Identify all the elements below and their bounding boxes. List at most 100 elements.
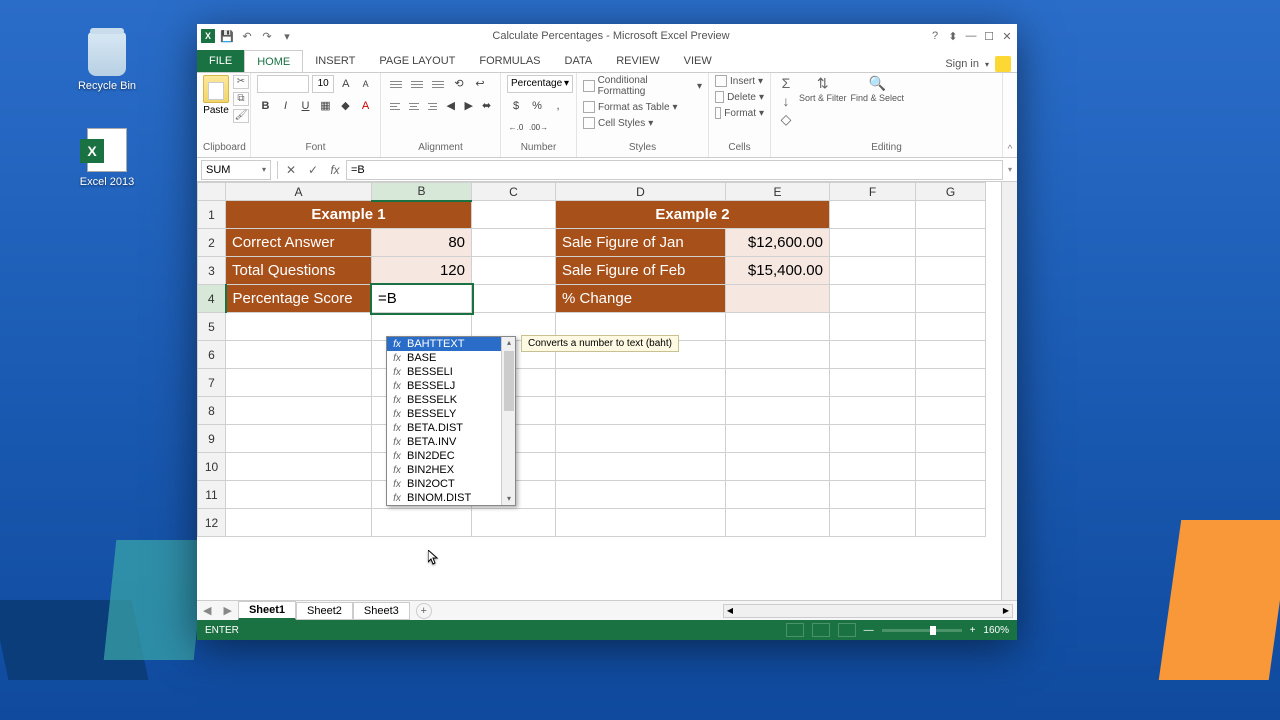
cell[interactable] bbox=[726, 341, 830, 369]
cell-G1[interactable] bbox=[916, 201, 986, 229]
cell-G3[interactable] bbox=[916, 257, 986, 285]
cell-C3[interactable] bbox=[472, 257, 556, 285]
comma-format-button[interactable]: , bbox=[549, 97, 567, 115]
select-all-corner[interactable] bbox=[198, 183, 226, 201]
row-header[interactable]: 9 bbox=[198, 425, 226, 453]
cell-D3[interactable]: Sale Figure of Feb bbox=[556, 257, 726, 285]
enter-formula-button[interactable]: ✓ bbox=[302, 160, 324, 180]
align-left-button[interactable] bbox=[387, 98, 403, 114]
cell[interactable] bbox=[472, 509, 556, 537]
cell-E4[interactable] bbox=[726, 285, 830, 313]
expand-formula-bar-button[interactable]: ▾ bbox=[1003, 165, 1017, 174]
cell[interactable] bbox=[916, 509, 986, 537]
cell[interactable] bbox=[556, 509, 726, 537]
clear-icon[interactable]: ◇ bbox=[777, 111, 795, 127]
cell[interactable] bbox=[556, 453, 726, 481]
cell[interactable] bbox=[830, 397, 916, 425]
qat-save-button[interactable]: 💾 bbox=[219, 28, 235, 44]
autocomplete-item[interactable]: fxBAHTTEXT bbox=[387, 337, 515, 351]
format-cells-button[interactable]: Format▾ bbox=[715, 107, 764, 119]
cell-F3[interactable] bbox=[830, 257, 916, 285]
close-button[interactable]: ✕ bbox=[999, 28, 1015, 44]
tab-review[interactable]: REVIEW bbox=[604, 50, 671, 72]
cell[interactable] bbox=[830, 509, 916, 537]
sheet-nav-prev[interactable]: ◀ bbox=[197, 604, 217, 617]
scroll-up-icon[interactable]: ▴ bbox=[502, 337, 516, 349]
cell-F1[interactable] bbox=[830, 201, 916, 229]
delete-cells-button[interactable]: Delete▾ bbox=[715, 91, 764, 103]
cell-F2[interactable] bbox=[830, 229, 916, 257]
scrollbar-thumb[interactable] bbox=[504, 351, 514, 411]
wrap-text-button[interactable]: ↩ bbox=[471, 75, 489, 93]
cell-C1[interactable] bbox=[472, 201, 556, 229]
zoom-slider[interactable] bbox=[882, 629, 962, 632]
col-header-G[interactable]: G bbox=[916, 183, 986, 201]
collapse-ribbon-button[interactable]: ^ bbox=[1003, 73, 1017, 157]
cell-C2[interactable] bbox=[472, 229, 556, 257]
cell[interactable] bbox=[726, 313, 830, 341]
tab-home[interactable]: HOME bbox=[244, 50, 303, 72]
view-normal-button[interactable] bbox=[786, 623, 804, 637]
zoom-out-button[interactable]: — bbox=[864, 625, 874, 636]
cell[interactable] bbox=[726, 369, 830, 397]
cell-G4[interactable] bbox=[916, 285, 986, 313]
cell-E2[interactable]: $12,600.00 bbox=[726, 229, 830, 257]
format-painter-button[interactable]: 🖌 bbox=[233, 109, 249, 123]
scroll-left-icon[interactable]: ◀ bbox=[724, 605, 736, 617]
decrease-indent-button[interactable]: ◀ bbox=[443, 97, 458, 115]
avatar-icon[interactable] bbox=[995, 56, 1011, 72]
cell-B2[interactable]: 80 bbox=[372, 229, 472, 257]
border-button[interactable]: ▦ bbox=[317, 97, 334, 115]
autocomplete-item[interactable]: fxBIN2HEX bbox=[387, 463, 515, 477]
sort-filter-button[interactable]: ⇅Sort & Filter bbox=[799, 75, 847, 142]
cell[interactable] bbox=[916, 397, 986, 425]
col-header-E[interactable]: E bbox=[726, 183, 830, 201]
row-header[interactable]: 7 bbox=[198, 369, 226, 397]
align-bottom-button[interactable] bbox=[429, 76, 447, 92]
row-header[interactable]: 6 bbox=[198, 341, 226, 369]
cell[interactable] bbox=[830, 313, 916, 341]
cell-F4[interactable] bbox=[830, 285, 916, 313]
accounting-format-button[interactable]: $ bbox=[507, 97, 525, 115]
format-as-table-button[interactable]: Format as Table▾ bbox=[583, 101, 702, 113]
fill-color-button[interactable]: ◆ bbox=[337, 97, 354, 115]
row-header[interactable]: 11 bbox=[198, 481, 226, 509]
percent-format-button[interactable]: % bbox=[528, 97, 546, 115]
paste-button[interactable]: Paste bbox=[203, 105, 229, 116]
cell[interactable] bbox=[916, 341, 986, 369]
tab-data[interactable]: DATA bbox=[553, 50, 605, 72]
cell[interactable] bbox=[830, 341, 916, 369]
cell[interactable] bbox=[726, 425, 830, 453]
row-header[interactable]: 3 bbox=[198, 257, 226, 285]
tab-insert[interactable]: INSERT bbox=[303, 50, 367, 72]
cell[interactable] bbox=[916, 369, 986, 397]
autocomplete-item[interactable]: fxBETA.INV bbox=[387, 435, 515, 449]
zoom-thumb[interactable] bbox=[930, 626, 936, 635]
tab-view[interactable]: VIEW bbox=[672, 50, 724, 72]
font-family-select[interactable] bbox=[257, 75, 309, 93]
signin-dropdown-icon[interactable]: ▾ bbox=[985, 60, 989, 69]
cell-A1[interactable]: Example 1 bbox=[226, 201, 472, 229]
autocomplete-scrollbar[interactable]: ▴ ▾ bbox=[501, 337, 515, 505]
zoom-in-button[interactable]: + bbox=[970, 625, 976, 636]
row-header[interactable]: 12 bbox=[198, 509, 226, 537]
cell-E3[interactable]: $15,400.00 bbox=[726, 257, 830, 285]
col-header-A[interactable]: A bbox=[226, 183, 372, 201]
font-size-select[interactable]: 10 bbox=[312, 75, 334, 93]
insert-cells-button[interactable]: Insert▾ bbox=[715, 75, 764, 87]
sheet-nav-next[interactable]: ▶ bbox=[217, 604, 237, 617]
add-sheet-button[interactable]: + bbox=[416, 603, 432, 619]
row-header[interactable]: 10 bbox=[198, 453, 226, 481]
ribbon-display-button[interactable]: ⬍ bbox=[945, 28, 961, 44]
cell[interactable] bbox=[556, 397, 726, 425]
sheet-tab-2[interactable]: Sheet2 bbox=[296, 602, 353, 620]
cell[interactable] bbox=[226, 341, 372, 369]
cell[interactable] bbox=[916, 453, 986, 481]
maximize-button[interactable]: ☐ bbox=[981, 28, 997, 44]
desktop-recycle-bin[interactable]: Recycle Bin bbox=[75, 32, 139, 92]
cell[interactable] bbox=[830, 481, 916, 509]
cell[interactable] bbox=[916, 481, 986, 509]
name-box[interactable]: SUM▾ bbox=[201, 160, 271, 180]
increase-decimal-button[interactable]: ←.0 bbox=[507, 119, 525, 137]
insert-function-button[interactable]: fx bbox=[324, 160, 346, 180]
